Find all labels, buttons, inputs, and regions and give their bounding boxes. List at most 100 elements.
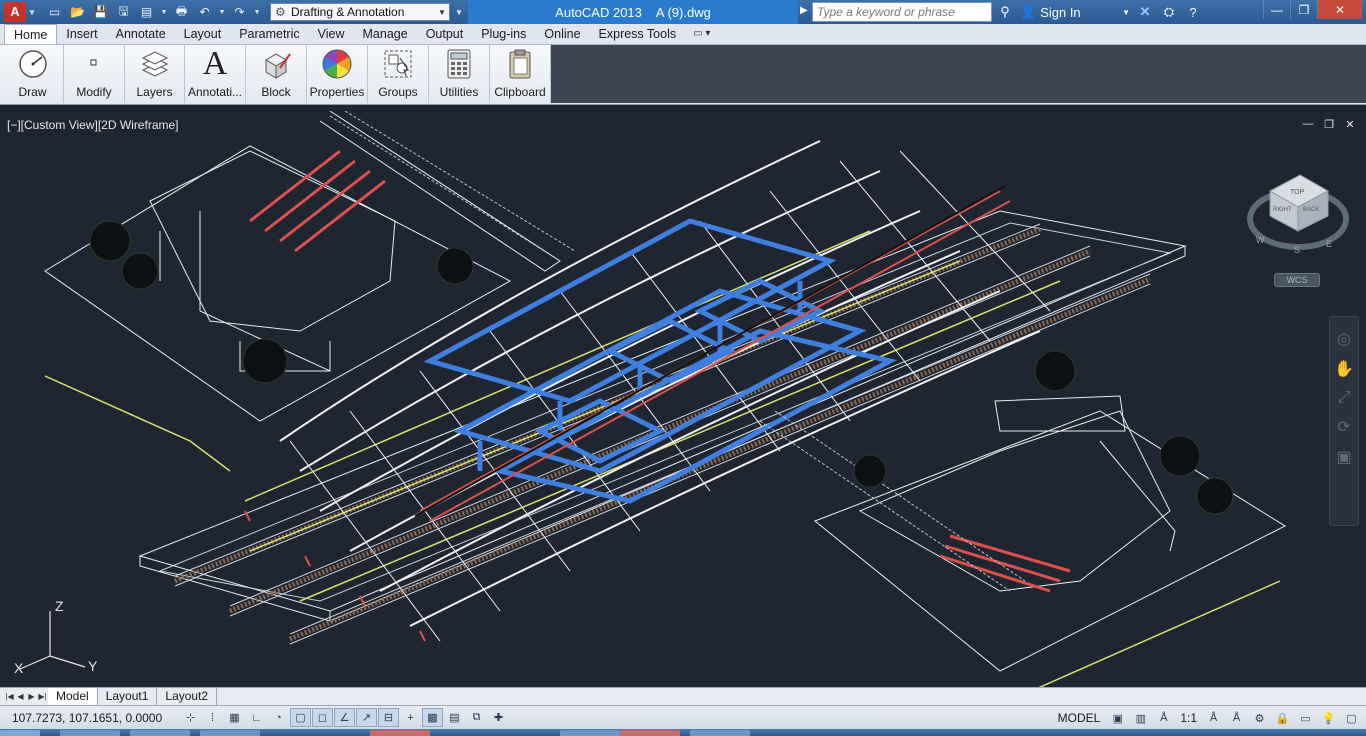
publish-icon[interactable]: ▤ — [136, 2, 157, 22]
tab-layout[interactable]: Layout — [175, 24, 231, 44]
hardware-acceleration-icon[interactable]: ▭ — [1295, 709, 1316, 728]
tab-parametric[interactable]: Parametric — [230, 24, 308, 44]
annotation-monitor-icon[interactable]: ✚ — [488, 708, 509, 727]
selection-cycling-icon[interactable]: ⧉ — [466, 708, 487, 727]
stay-connected-icon[interactable]: ⛭ — [1160, 4, 1178, 20]
coordinates-readout[interactable]: 107.7273, 107.1651, 0.0000 — [0, 711, 180, 725]
minimize-icon[interactable]: — — [1263, 0, 1290, 19]
showmotion-icon[interactable]: ▣ — [1336, 447, 1351, 467]
open-file-icon[interactable]: 📂 — [67, 2, 88, 22]
object-snap-tracking-icon[interactable]: ∠ — [334, 708, 355, 727]
ortho-mode-icon[interactable]: ∟ — [246, 708, 267, 727]
panel-block[interactable]: Block — [246, 45, 307, 103]
drawing-viewport[interactable]: Z Y X TOP RIGHT BACK W S E [−][Custom Vi… — [0, 111, 1366, 687]
viewport-close-icon[interactable]: ✕ — [1344, 118, 1356, 131]
viewport-controls-label[interactable]: [−][Custom View][2D Wireframe] — [7, 118, 179, 132]
dynamic-input-icon[interactable]: ⊟ — [378, 708, 399, 727]
undo-dropdown-icon[interactable]: ▼ — [217, 9, 227, 16]
tab-plug-ins[interactable]: Plug-ins — [472, 24, 535, 44]
tab-layout2[interactable]: Layout2 — [157, 688, 218, 705]
quick-view-layouts-icon[interactable]: ▣ — [1107, 709, 1128, 728]
panel-draw[interactable]: Draw — [2, 45, 64, 103]
clean-screen-icon[interactable]: ▢ — [1341, 709, 1362, 728]
isolate-objects-icon[interactable]: 💡 — [1318, 709, 1339, 728]
sign-in-button[interactable]: 👤 Sign In ▼ — [1020, 4, 1130, 20]
last-layout-icon[interactable]: ▶| — [37, 692, 48, 701]
dynamic-ucs-icon[interactable]: ↗ — [356, 708, 377, 727]
viewport-minimize-icon[interactable]: — — [1302, 118, 1314, 131]
plot-icon[interactable]: 🖶 — [171, 2, 192, 22]
lock-ui-icon[interactable]: 🔒 — [1272, 709, 1293, 728]
panel-groups[interactable]: Groups — [368, 45, 429, 103]
panel-clipboard[interactable]: Clipboard — [490, 45, 551, 103]
taskbar-item[interactable] — [620, 730, 680, 736]
redo-dropdown-icon[interactable]: ▼ — [252, 9, 262, 16]
object-snap-icon[interactable]: ▢ — [290, 708, 311, 727]
tab-output[interactable]: Output — [417, 24, 473, 44]
drawing-canvas[interactable]: Z Y X TOP RIGHT BACK W S E — [0, 111, 1366, 687]
annotation-scale-icon[interactable]: Å — [1153, 709, 1174, 728]
tab-annotate[interactable]: Annotate — [107, 24, 175, 44]
taskbar-item[interactable] — [200, 730, 260, 736]
exchange-icon[interactable]: ✕ — [1136, 4, 1154, 20]
taskbar-item[interactable] — [60, 730, 120, 736]
pan-hand-icon[interactable]: ✋ — [1334, 359, 1354, 379]
binoculars-search-icon[interactable]: ⚲ — [996, 4, 1014, 20]
start-button[interactable] — [0, 730, 40, 736]
taskbar-item[interactable] — [130, 730, 190, 736]
orbit-icon[interactable]: ⟳ — [1337, 417, 1350, 437]
taskbar-item[interactable] — [690, 730, 750, 736]
save-as-icon[interactable]: 🖫 — [113, 2, 134, 22]
panel-properties[interactable]: Properties — [307, 45, 368, 103]
polar-tracking-icon[interactable]: ◔ — [268, 708, 289, 727]
ribbon-minimize-icon[interactable]: ▭ ▾ — [685, 24, 718, 44]
new-file-icon[interactable]: ▭ — [44, 2, 65, 22]
tab-model[interactable]: Model — [48, 688, 98, 705]
quick-view-drawings-icon[interactable]: ▥ — [1130, 709, 1151, 728]
undo-icon[interactable]: ↶ — [194, 2, 215, 22]
search-input[interactable]: Type a keyword or phrase — [812, 2, 992, 22]
help-icon[interactable]: ? — [1184, 5, 1202, 20]
panel-modify[interactable]: Modify — [64, 45, 125, 103]
save-icon[interactable]: 💾 — [90, 2, 111, 22]
grid-display-icon[interactable]: ▦ — [224, 708, 245, 727]
restore-icon[interactable]: ❐ — [1290, 0, 1317, 19]
taskbar-item[interactable] — [370, 730, 430, 736]
tab-insert[interactable]: Insert — [57, 24, 106, 44]
next-layout-icon[interactable]: ▶ — [26, 692, 37, 701]
zoom-extents-icon[interactable]: ⤢ — [1338, 389, 1351, 407]
redo-icon[interactable]: ↷ — [229, 2, 250, 22]
title-arrow-icon[interactable]: ▶ — [800, 5, 808, 16]
tab-view[interactable]: View — [309, 24, 354, 44]
panel-annotation[interactable]: A Annotati... — [185, 45, 246, 103]
panel-utilities[interactable]: Utilities — [429, 45, 490, 103]
quick-properties-icon[interactable]: ▤ — [444, 708, 465, 727]
annotation-visibility-icon[interactable]: Å — [1203, 709, 1224, 728]
3d-object-snap-icon[interactable]: ◻ — [312, 708, 333, 727]
auto-scale-icon[interactable]: Å — [1226, 709, 1247, 728]
snap-mode-icon[interactable]: ⁞ — [202, 708, 223, 727]
tab-home[interactable]: Home — [4, 24, 58, 44]
tab-express-tools[interactable]: Express Tools — [590, 24, 686, 44]
close-icon[interactable]: ✕ — [1317, 0, 1362, 19]
tab-online[interactable]: Online — [535, 24, 589, 44]
viewcube[interactable]: TOP RIGHT BACK W S E — [1247, 174, 1349, 255]
model-space-toggle[interactable]: MODEL — [1053, 711, 1106, 725]
infer-constraints-icon[interactable]: ⊹ — [180, 708, 201, 727]
application-menu-dropdown-icon[interactable]: ▼ — [26, 8, 38, 17]
viewport-restore-icon[interactable]: ❐ — [1323, 118, 1335, 131]
workspace-selector[interactable]: ⚙ Drafting & Annotation ▼ — [270, 3, 450, 21]
steering-wheel-icon[interactable]: ◎ — [1337, 329, 1351, 349]
application-menu-button[interactable]: A — [4, 2, 26, 22]
first-layout-icon[interactable]: |◀ — [4, 692, 15, 701]
prev-layout-icon[interactable]: ◀ — [15, 692, 26, 701]
panel-layers[interactable]: Layers — [125, 45, 185, 103]
taskbar-item[interactable] — [560, 730, 620, 736]
lineweight-icon[interactable]: + — [400, 708, 421, 727]
tab-layout1[interactable]: Layout1 — [98, 688, 158, 705]
publish-dropdown-icon[interactable]: ▼ — [159, 9, 169, 16]
customize-qat-icon[interactable]: ▼ — [452, 8, 466, 17]
wcs-menu[interactable]: WCS — [1274, 273, 1320, 287]
workspace-switching-icon[interactable]: ⚙ — [1249, 709, 1270, 728]
transparency-icon[interactable]: ▩ — [422, 708, 443, 727]
